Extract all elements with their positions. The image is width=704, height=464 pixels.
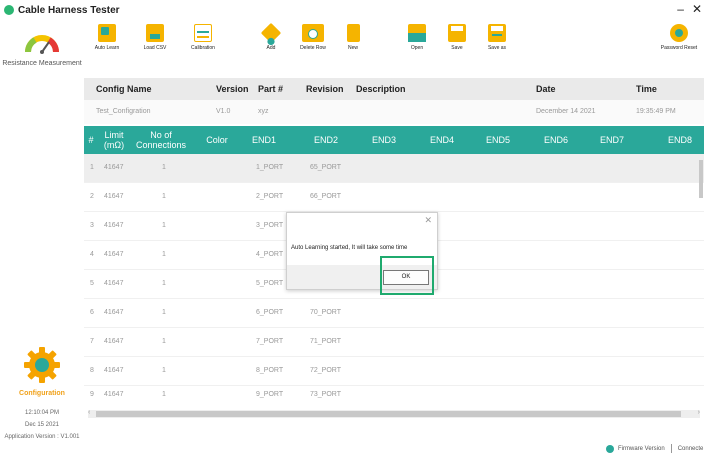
sidebar-item-configuration[interactable]: Configuration [0,346,84,398]
dialog-message: Auto Learning started, It will take some… [291,245,408,251]
horizontal-scrollbar[interactable]: ‹ › [88,409,700,418]
gauge-icon [25,35,59,54]
column-header-end8: END8 [667,135,692,145]
table-row[interactable]: 1 41647 1 1_PORT 65_PORT [84,154,704,183]
gear-icon [24,347,60,383]
description-header: Description [356,84,406,94]
save-as-button[interactable]: Save as [474,24,520,51]
auto-learn-button[interactable]: Auto Learn [84,24,130,51]
save-as-icon [488,24,506,42]
folder-open-icon [408,24,426,42]
app-version: Application Version : V1.001 [4,434,80,440]
part-value[interactable]: xyz [258,100,269,124]
column-header-end3: END3 [371,135,396,145]
table-row[interactable]: 7 41647 1 7_PORT 71_PORT [84,328,704,357]
dialog-close-icon[interactable]: ✕ [424,215,432,226]
date-header: Date [536,84,556,94]
new-button[interactable]: New [330,24,376,51]
add-button[interactable]: Add [248,22,294,51]
column-header-color: Color [206,135,228,145]
firmware-version-label: Firmware Version [618,445,665,452]
time-value[interactable]: 19:35:49 PM [636,100,676,124]
minimize-button[interactable]: – [677,2,684,16]
column-header-end7: END7 [599,135,624,145]
close-button[interactable]: ✕ [692,2,702,16]
title-bar: Cable Harness Tester – ✕ [0,0,704,20]
scroll-left-icon[interactable]: ‹ [88,409,90,416]
version-header: Version [216,84,249,94]
connection-status-label: Connecte [677,445,704,452]
window-controls: – ✕ [677,2,702,16]
calibration-icon [194,24,212,42]
password-reset-button[interactable]: Password Reset [656,24,702,51]
clock-time: 12:10:04 PM [24,410,60,416]
part-header: Part # [258,84,284,94]
config-name-header: Config Name [96,84,152,94]
firmware-status-icon [606,444,614,453]
config-name-value[interactable]: Test_Configration [96,100,150,124]
clock-date: Dec 15 2021 [24,422,60,428]
calibration-button[interactable]: Calibration [180,24,226,51]
date-value[interactable]: December 14 2021 [536,100,596,124]
load-csv-button[interactable]: Load CSV [132,24,178,51]
grid-header: # Limit (mΩ) No of Connections Color END… [84,126,704,154]
delete-row-icon [302,24,324,42]
scrollbar-thumb[interactable] [96,411,681,417]
app-logo-icon [4,5,14,15]
sidebar: Resistance Measurement Configuration 12:… [0,20,84,464]
status-divider [670,444,672,453]
sidebar-item-label: Resistance Measurement [2,60,82,67]
password-reset-icon [670,24,688,42]
table-row[interactable]: 9 41647 1 9_PORT 73_PORT [84,381,704,410]
app-title: Cable Harness Tester [18,4,120,16]
column-header-end6: END6 [543,135,568,145]
sidebar-item-label: Configuration [19,390,65,397]
time-header: Time [636,84,657,94]
column-header-limit: Limit (mΩ) [103,130,125,150]
column-header-num: # [88,135,94,145]
revision-header: Revision [306,84,344,94]
toolbar: Auto Learn Load CSV Calibration Add Dele… [84,20,704,66]
save-icon [448,24,466,42]
csv-file-icon [146,24,164,42]
table-row[interactable]: 2 41647 1 2_PORT 66_PORT [84,183,704,212]
ok-button-highlight [380,256,434,295]
column-header-end5: END5 [485,135,510,145]
config-header: Config Name Version Part # Revision Desc… [84,78,704,100]
column-header-end1: END1 [251,135,276,145]
new-file-icon [346,24,360,42]
column-header-end4: END4 [429,135,454,145]
column-header-connections: No of Connections [135,130,187,150]
scroll-right-icon[interactable]: › [698,409,700,416]
table-row[interactable]: 6 41647 1 6_PORT 70_PORT [84,299,704,328]
column-header-end2: END2 [313,135,338,145]
config-row: Test_Configration V1.0 xyz December 14 2… [84,100,704,124]
add-icon [260,22,282,47]
sidebar-item-resistance[interactable]: Resistance Measurement [0,30,84,68]
auto-learn-icon [98,24,116,42]
status-bar: Firmware Version Connecte [606,444,703,453]
version-value[interactable]: V1.0 [216,100,230,124]
vertical-scrollbar[interactable] [699,160,703,198]
